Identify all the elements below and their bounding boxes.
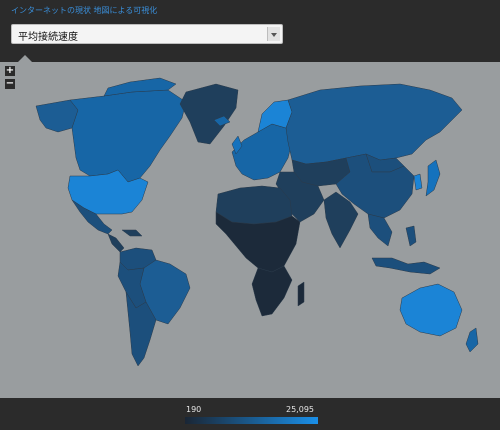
zoom-out-button[interactable]: − bbox=[5, 79, 15, 89]
region-north-africa[interactable] bbox=[215, 185, 293, 225]
country-new-zealand[interactable] bbox=[465, 327, 479, 353]
country-russia[interactable] bbox=[285, 83, 463, 165]
country-greenland[interactable] bbox=[179, 83, 239, 145]
region-southern-africa[interactable] bbox=[251, 265, 293, 317]
select-pointer-notch bbox=[18, 55, 32, 62]
chevron-down-icon[interactable] bbox=[267, 27, 280, 41]
country-korea[interactable] bbox=[413, 173, 423, 191]
world-map-svg[interactable] bbox=[0, 62, 500, 398]
zoom-in-button[interactable]: + bbox=[5, 66, 15, 76]
app-title: インターネットの現状 地図による可視化 bbox=[11, 6, 158, 15]
country-alaska[interactable] bbox=[35, 99, 79, 133]
region-indonesia[interactable] bbox=[371, 257, 441, 275]
legend-max-label: 25,095 bbox=[286, 405, 314, 414]
metric-select[interactable]: 平均接続速度 bbox=[11, 24, 283, 44]
world-map[interactable]: + − bbox=[0, 62, 500, 398]
country-canada[interactable] bbox=[69, 89, 187, 183]
app-header: インターネットの現状 地図による可視化 平均接続速度 bbox=[0, 0, 500, 62]
country-japan[interactable] bbox=[425, 159, 441, 197]
metric-select-value: 平均接続速度 bbox=[18, 32, 78, 43]
legend-bar: 190 25,095 bbox=[0, 398, 500, 430]
region-caribbean[interactable] bbox=[121, 229, 143, 237]
country-philippines[interactable] bbox=[405, 225, 417, 247]
region-europe[interactable] bbox=[231, 123, 293, 181]
country-madagascar[interactable] bbox=[297, 281, 305, 307]
country-australia[interactable] bbox=[399, 283, 463, 337]
legend-min-label: 190 bbox=[186, 405, 202, 414]
region-southeast-asia[interactable] bbox=[367, 213, 393, 247]
legend-gradient bbox=[185, 417, 318, 424]
region-central-america[interactable] bbox=[107, 233, 125, 253]
